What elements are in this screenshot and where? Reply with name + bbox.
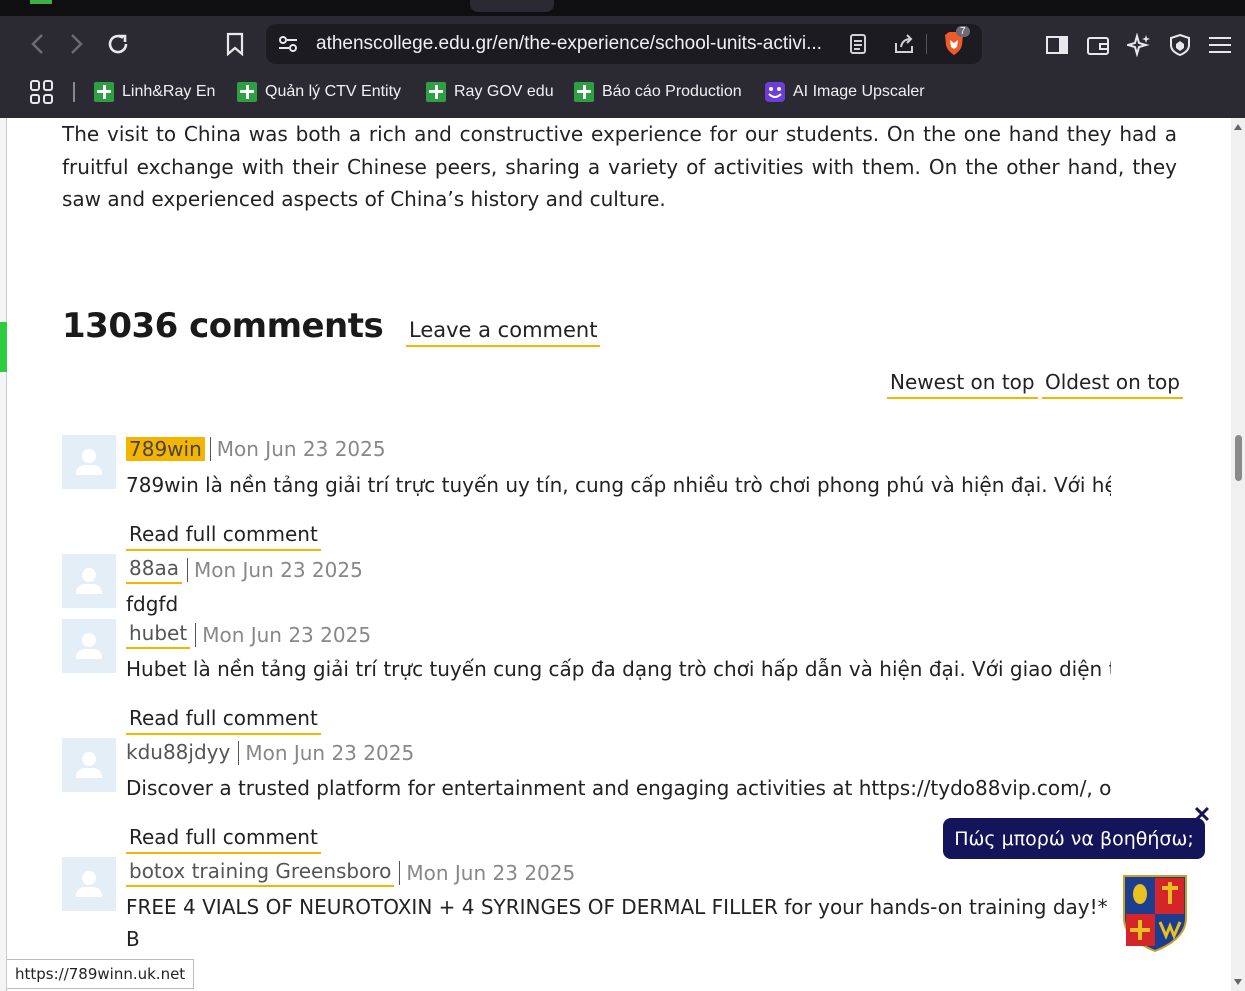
sort-newest-link[interactable]: Newest on top [887,370,1038,399]
bookmark-ai-image-upscaler[interactable]: AI Image Upscaler [765,81,925,103]
forward-button[interactable] [61,28,93,60]
leave-comment-link[interactable]: Leave a comment [406,318,601,347]
comment-author-link[interactable]: hubet [126,621,191,649]
sheets-icon [426,82,446,102]
apps-grid-icon[interactable] [30,80,54,104]
vpn-shield-icon[interactable] [1167,32,1193,58]
bookmark-button[interactable] [219,28,251,60]
bookmark-label: Ray GOV edu [454,83,554,100]
comment-header: kdu88jdyy Mon Jun 23 2025 [126,740,414,766]
comment-author: kdu88jdyy [126,740,231,764]
chevron-left-icon [31,34,43,54]
comment-header: 789win Mon Jun 23 2025 [126,437,386,461]
scrollbar-thumb[interactable] [1235,435,1242,481]
bookmark-quan-ly-ctv[interactable]: Quản lý CTV Entity [237,81,401,103]
sidebar-toggle-icon[interactable] [1044,32,1070,58]
comment-text: Discover a trusted platform for entertai… [126,776,1111,800]
avatar [62,738,116,792]
url-text[interactable]: athenscollege.edu.gr/en/the-experience/s… [316,33,836,55]
article-paragraph: The visit to China was both a rich and c… [62,122,1177,211]
share-icon[interactable] [892,32,916,56]
comment-date: Mon Jun 23 2025 [406,861,576,885]
header-divider [238,741,240,765]
reader-mode-icon[interactable] [846,32,870,56]
back-button[interactable] [21,28,53,60]
url-divider [926,34,927,54]
sort-oldest-link[interactable]: Oldest on top [1042,370,1183,399]
browser-toolbar: athenscollege.edu.gr/en/the-experience/s… [0,16,1245,74]
leo-ai-icon[interactable] [1126,32,1152,58]
comment-header: 88aa Mon Jun 23 2025 [126,556,363,584]
comment-text: FREE 4 VIALS OF NEUROTOXIN + 4 SYRINGES … [126,895,1111,919]
sheets-icon [574,82,594,102]
comment-text: fdgfd [126,592,179,616]
upscaler-icon [765,82,785,102]
menu-icon[interactable] [1207,32,1233,58]
sheets-icon [237,82,257,102]
site-settings-icon[interactable] [278,34,298,54]
bookmark-label: Quản lý CTV Entity [265,83,402,100]
scroll-down-icon[interactable] [1234,979,1242,985]
header-divider [195,623,197,647]
comment-header: botox training Greensboro Mon Jun 23 202… [126,859,575,887]
tab-favicon[interactable] [30,0,52,4]
wallet-icon[interactable] [1085,32,1111,58]
avatar [62,435,116,489]
sheets-icon [94,82,114,102]
active-tab[interactable] [470,0,554,12]
bookmark-ray-gov-edu[interactable]: Ray GOV edu [426,81,554,103]
shields-count: 7 [956,26,970,37]
comment-date: Mon Jun 23 2025 [202,623,372,647]
reload-icon [108,34,128,54]
comment-author-link[interactable]: 789win [126,437,205,461]
read-full-comment-link[interactable]: Read full comment [126,522,321,551]
bookmark-linh-ray-en[interactable]: Linh&Ray En [94,81,215,103]
comment-text: 789win là nền tảng giải trí trực tuyến u… [126,473,1111,497]
comments-count-heading: 13036 comments [62,306,384,346]
bookmark-bao-cao-production[interactable]: Báo cáo Production [574,81,742,103]
comment-text: Hubet là nền tảng giải trí trực tuyến cu… [126,657,1111,681]
brave-shields-button[interactable]: 7 [942,26,970,58]
bookmarks-bar: Linh&Ray En Quản lý CTV Entity Ray GOV e… [0,74,1245,118]
tab-strip [0,0,1245,16]
bookmarks-divider [73,82,75,102]
header-divider [209,437,211,461]
header-divider [399,861,401,885]
avatar [62,554,116,608]
comment-author-link[interactable]: 88aa [126,556,182,584]
bookmark-label: AI Image Upscaler [793,83,925,100]
bookmark-icon [226,32,244,56]
background-window-edge [0,118,7,991]
comment-author-link[interactable]: botox training Greensboro [126,859,395,887]
comment-date: Mon Jun 23 2025 [216,437,386,461]
chat-prompt-bubble[interactable]: Πώς μπορώ να βοηθήσω; [943,818,1205,859]
read-full-comment-link[interactable]: Read full comment [126,706,321,735]
comment-header: hubet Mon Jun 23 2025 [126,621,371,649]
read-full-comment-link[interactable]: Read full comment [126,825,321,854]
comment-date: Mon Jun 23 2025 [245,741,415,765]
bookmark-label: Báo cáo Production [602,83,742,100]
link-status-tooltip: https://789winn.uk.net [7,959,195,989]
comment-date: Mon Jun 23 2025 [193,558,363,582]
avatar [62,619,116,673]
chevron-right-icon [71,34,83,54]
reload-button[interactable] [102,28,134,60]
crest-icon [1123,875,1187,953]
comment-text-line2: B [126,927,140,951]
page-scrollbar[interactable] [1231,118,1245,991]
school-crest-chat-button[interactable] [1122,874,1188,953]
scroll-up-icon[interactable] [1234,124,1242,130]
header-divider [186,558,188,582]
bookmark-label: Linh&Ray En [122,83,216,100]
web-page: The visit to China was both a rich and c… [7,118,1231,991]
address-bar[interactable]: athenscollege.edu.gr/en/the-experience/s… [266,24,982,64]
avatar [62,857,116,911]
